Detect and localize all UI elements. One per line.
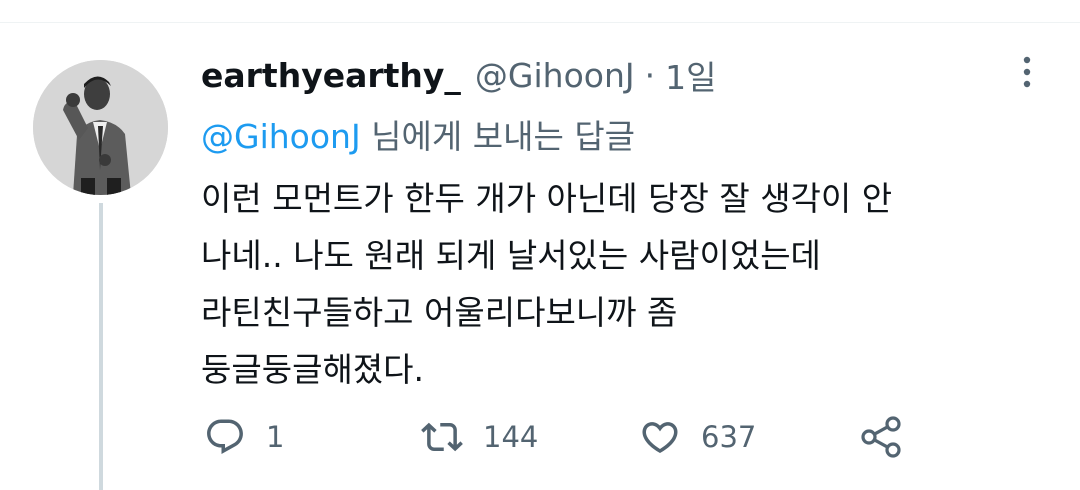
reply-icon — [207, 419, 243, 454]
tweet-text-line: 나네.. 나도 원래 되게 날서있는 사람이었는데 — [201, 236, 821, 275]
retweet-count: 144 — [483, 420, 539, 454]
top-divider — [0, 22, 1080, 23]
more-vertical-icon — [1023, 56, 1031, 88]
reply-button[interactable]: 1 — [204, 412, 284, 462]
more-options-button[interactable] — [1010, 52, 1044, 92]
share-icon — [861, 416, 901, 458]
replying-to-suffix: 님에게 보내는 답글 — [360, 117, 636, 156]
avatar[interactable] — [33, 60, 168, 195]
tweet-text-line: 라틴친구들하고 어울리다보니까 좀 — [201, 293, 678, 332]
reply-mention-link[interactable]: @GihoonJ — [201, 117, 361, 156]
tweet-text-line: 둥글둥글해졌다. — [201, 350, 425, 389]
tweet-actions: 1 144 637 — [204, 412, 924, 462]
like-count: 637 — [701, 420, 757, 454]
tweet-text: 이런 모먼트가 한두 개가 아닌데 당장 잘 생각이 안 나네.. 나도 원래 … — [201, 170, 1061, 398]
separator-dot: · — [644, 55, 656, 95]
share-button[interactable] — [859, 412, 905, 462]
retweet-icon — [421, 422, 463, 452]
retweet-button[interactable]: 144 — [421, 412, 538, 462]
display-name[interactable]: earthyearthy_ — [201, 56, 461, 95]
replying-to: @GihoonJ 님에게 보내는 답글 — [201, 110, 635, 158]
thread-line — [99, 203, 103, 490]
like-button[interactable]: 637 — [639, 412, 756, 462]
tweet-time[interactable]: 1일 — [665, 51, 716, 99]
tweet-text-line: 이런 모먼트가 한두 개가 아닌데 당장 잘 생각이 안 — [201, 179, 893, 218]
reply-count: 1 — [266, 420, 285, 454]
avatar-photo — [33, 60, 168, 195]
tweet-header: earthyearthy_ @GihoonJ · 1일 — [201, 52, 716, 98]
user-handle[interactable]: @GihoonJ — [475, 56, 635, 95]
heart-icon — [642, 422, 678, 454]
